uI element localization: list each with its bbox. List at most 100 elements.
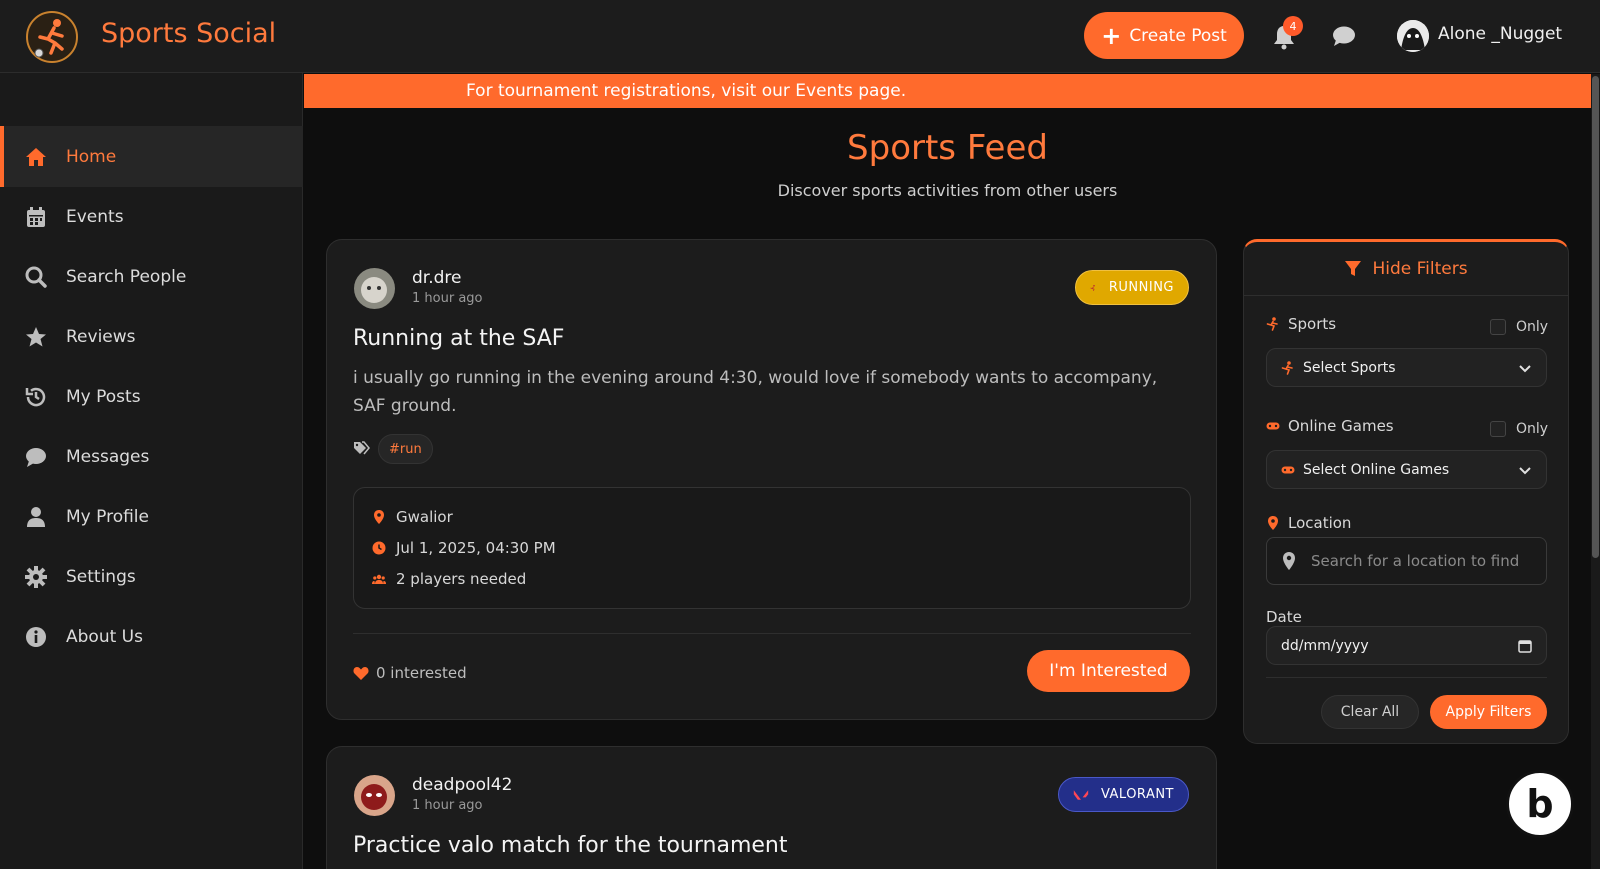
post-card: deadpool42 1 hour ago VALORANT Practice … bbox=[326, 746, 1217, 869]
sidebar-item-label: About Us bbox=[66, 626, 143, 647]
bolt-badge-logo[interactable]: b bbox=[1506, 770, 1574, 838]
location-pin-icon bbox=[1268, 516, 1278, 530]
running-icon bbox=[1266, 317, 1278, 331]
announcement-banner[interactable]: For tournament registrations, visit our … bbox=[304, 74, 1591, 108]
star-icon bbox=[26, 326, 46, 346]
post-author-avatar[interactable] bbox=[354, 775, 395, 816]
only-label: Only bbox=[1516, 421, 1549, 437]
create-post-button[interactable]: + Create Post bbox=[1084, 12, 1244, 59]
post-author-avatar[interactable] bbox=[354, 268, 395, 309]
sidebar-item-label: Events bbox=[66, 206, 124, 227]
tags-icon bbox=[354, 441, 370, 455]
sidebar-item-label: Search People bbox=[66, 266, 187, 287]
sidebar-item-label: Home bbox=[66, 146, 117, 167]
post-title: Practice valo match for the tournament bbox=[353, 833, 788, 858]
clock-icon bbox=[372, 541, 386, 555]
app-title[interactable]: Sports Social bbox=[101, 18, 276, 49]
scrollbar-thumb[interactable] bbox=[1592, 76, 1599, 558]
post-timestamp: 1 hour ago bbox=[412, 798, 483, 813]
users-icon bbox=[372, 574, 386, 584]
filter-icon bbox=[1345, 260, 1362, 276]
search-icon bbox=[25, 266, 47, 288]
page-title: Sports Feed bbox=[847, 128, 1048, 168]
post-author-name[interactable]: deadpool42 bbox=[412, 775, 512, 795]
sidebar-item-events[interactable]: Events bbox=[0, 186, 303, 247]
plus-icon: + bbox=[1101, 21, 1122, 50]
sidebar-item-label: Settings bbox=[66, 566, 136, 587]
sidebar-item-label: My Posts bbox=[66, 386, 141, 407]
post-card: dr.dre 1 hour ago RUNNING Running at the… bbox=[326, 239, 1217, 720]
sidebar-item-label: Reviews bbox=[66, 326, 136, 347]
user-icon bbox=[27, 506, 45, 527]
divider bbox=[1266, 677, 1547, 678]
divider bbox=[353, 633, 1191, 634]
heart-icon bbox=[353, 667, 369, 680]
sidebar-item-search-people[interactable]: Search People bbox=[0, 246, 303, 307]
calendar-icon bbox=[27, 206, 45, 227]
sport-tag-label: RUNNING bbox=[1108, 280, 1174, 295]
post-details-box: Gwalior Jul 1, 2025, 04:30 PM 2 players … bbox=[353, 487, 1191, 609]
sidebar-item-settings[interactable]: Settings bbox=[0, 546, 303, 607]
games-select-value: Select Online Games bbox=[1303, 461, 1450, 478]
sidebar-item-home[interactable]: Home bbox=[0, 126, 303, 187]
sidebar-item-messages[interactable]: Messages bbox=[0, 426, 303, 487]
running-icon bbox=[1090, 284, 1095, 291]
messages-icon[interactable] bbox=[1332, 25, 1356, 47]
history-icon bbox=[25, 387, 46, 406]
interested-count-label: 0 interested bbox=[376, 664, 467, 682]
interested-button[interactable]: I'm Interested bbox=[1027, 650, 1190, 692]
filter-panel: Hide Filters Sports Only Select Sports O… bbox=[1243, 239, 1569, 744]
app-logo-icon[interactable] bbox=[24, 9, 80, 65]
clear-all-button[interactable]: Clear All bbox=[1321, 695, 1419, 729]
games-only-toggle[interactable]: Only bbox=[1490, 421, 1548, 437]
sports-select[interactable]: Select Sports bbox=[1266, 348, 1547, 387]
info-icon bbox=[26, 626, 46, 647]
sports-only-checkbox[interactable] bbox=[1490, 319, 1506, 335]
post-title: Running at the SAF bbox=[353, 326, 565, 351]
avatar-image bbox=[354, 268, 395, 309]
sidebar-item-reviews[interactable]: Reviews bbox=[0, 306, 303, 367]
location-search-input[interactable]: Search for a location to find bbox=[1266, 537, 1547, 585]
sidebar-item-my-posts[interactable]: My Posts bbox=[0, 366, 303, 427]
avatar-image bbox=[354, 775, 395, 816]
game-tag-label: VALORANT bbox=[1100, 787, 1174, 802]
gamepad-icon bbox=[1281, 466, 1295, 473]
apply-filters-button[interactable]: Apply Filters bbox=[1430, 695, 1547, 729]
location-placeholder: Search for a location to find bbox=[1311, 552, 1520, 570]
post-author-name[interactable]: dr.dre bbox=[412, 268, 462, 288]
game-tag-badge: VALORANT bbox=[1058, 777, 1189, 812]
user-name[interactable]: Alone _Nugget bbox=[1438, 24, 1562, 44]
games-filter-label: Online Games bbox=[1266, 417, 1394, 435]
location-label-text: Location bbox=[1288, 514, 1352, 532]
sport-tag-badge: RUNNING bbox=[1075, 270, 1189, 305]
post-body: i usually go running in the evening arou… bbox=[353, 368, 1158, 416]
date-input[interactable]: dd/mm/yyyy bbox=[1266, 626, 1547, 665]
games-label-text: Online Games bbox=[1288, 417, 1394, 435]
location-pin-icon bbox=[1283, 552, 1295, 570]
sports-label-text: Sports bbox=[1288, 315, 1337, 333]
sidebar-item-label: Messages bbox=[66, 446, 150, 467]
notification-count-badge: 4 bbox=[1283, 16, 1303, 36]
sidebar-item-my-profile[interactable]: My Profile bbox=[0, 486, 303, 547]
post-players-row: 2 players needed bbox=[372, 570, 526, 588]
sports-only-toggle[interactable]: Only bbox=[1490, 319, 1548, 335]
create-post-label: Create Post bbox=[1129, 25, 1227, 46]
chevron-down-icon bbox=[1519, 364, 1531, 372]
chevron-down-icon bbox=[1519, 466, 1531, 474]
hide-filters-toggle[interactable]: Hide Filters bbox=[1244, 242, 1568, 296]
calendar-icon[interactable] bbox=[1518, 639, 1532, 653]
games-select[interactable]: Select Online Games bbox=[1266, 450, 1547, 489]
sidebar-item-about-us[interactable]: About Us bbox=[0, 606, 303, 667]
location-pin-icon bbox=[374, 510, 384, 524]
post-timestamp: 1 hour ago bbox=[412, 291, 483, 306]
post-players-needed: 2 players needed bbox=[396, 570, 527, 588]
games-only-checkbox[interactable] bbox=[1490, 421, 1506, 437]
post-location-row: Gwalior bbox=[372, 508, 453, 526]
valorant-icon bbox=[1073, 789, 1089, 800]
user-avatar[interactable] bbox=[1397, 20, 1429, 52]
hashtag-chip[interactable]: #run bbox=[378, 434, 433, 464]
gamepad-icon bbox=[1266, 422, 1280, 430]
date-filter-label: Date bbox=[1266, 608, 1302, 626]
home-icon bbox=[26, 147, 46, 166]
user-avatar-image bbox=[1397, 20, 1429, 52]
